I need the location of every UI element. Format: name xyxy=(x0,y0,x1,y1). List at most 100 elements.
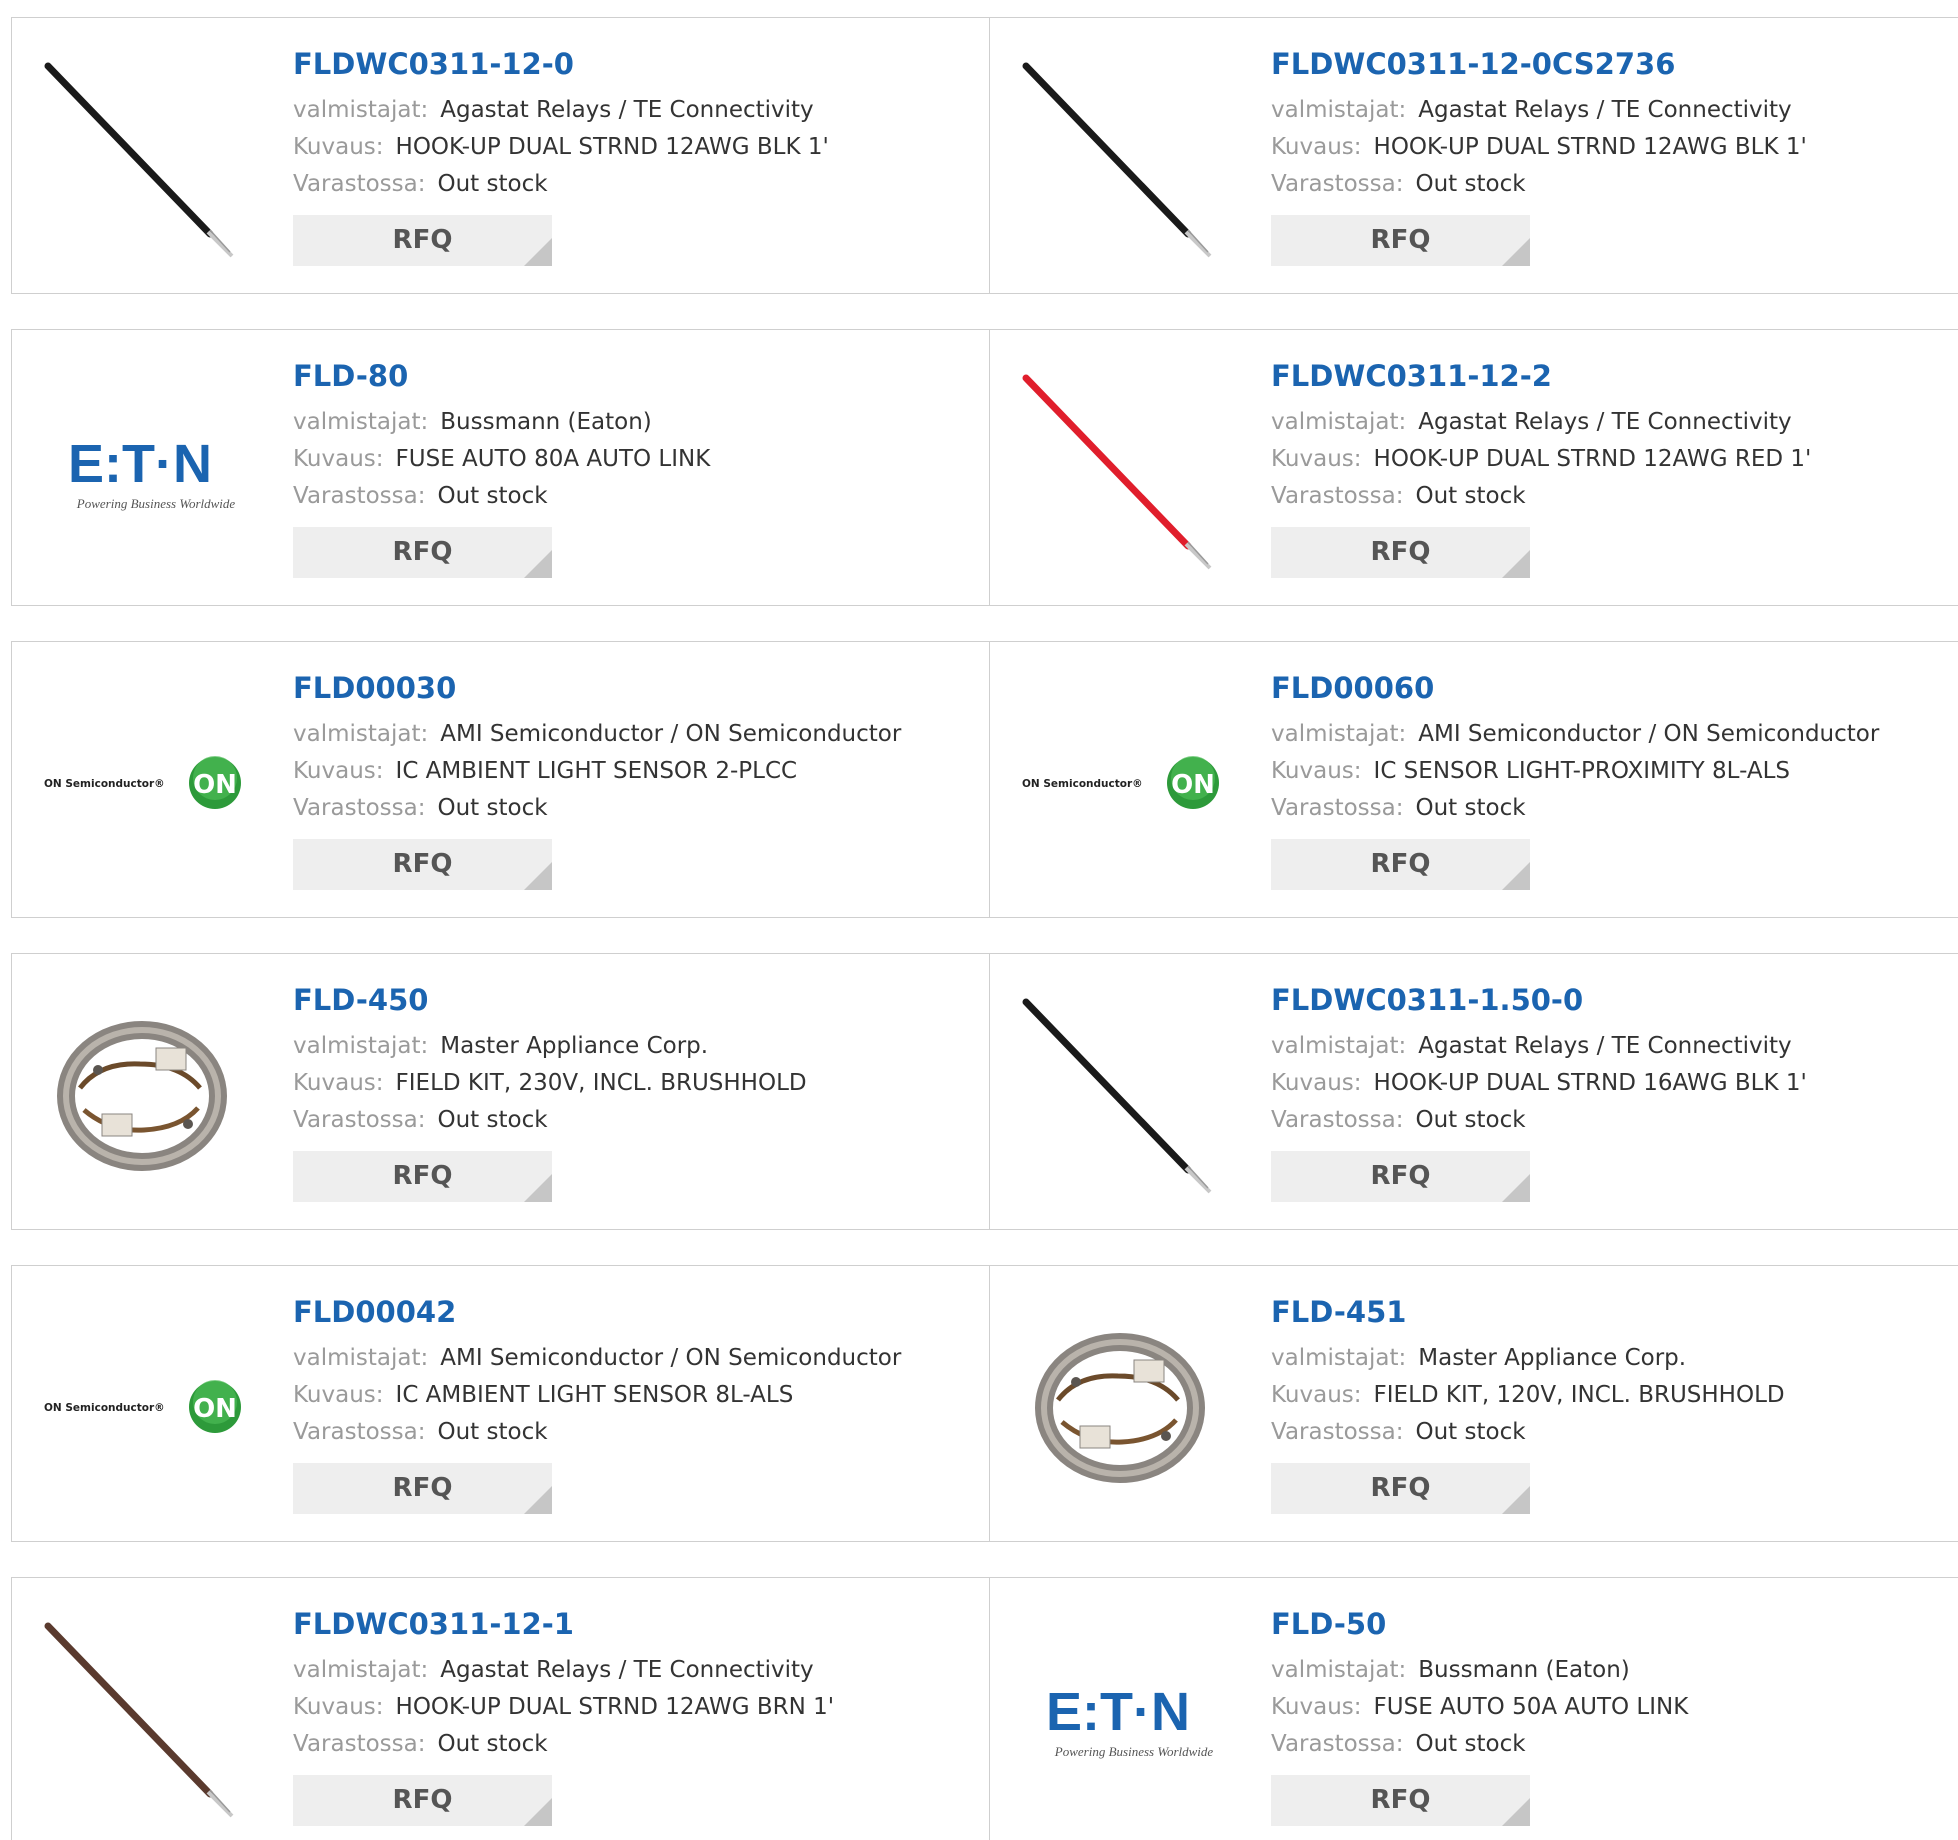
product-row: ON Semiconductor® ON FLD00030 valmistajat: A… xyxy=(11,641,1958,918)
rfq-label: RFQ xyxy=(1370,1161,1431,1191)
corner-triangle-icon xyxy=(524,1486,552,1514)
part-number-link[interactable]: FLDWC0311-12-1 xyxy=(293,1606,834,1642)
manufacturer-value: Master Appliance Corp. xyxy=(1418,1345,1687,1371)
rfq-button[interactable]: RFQ xyxy=(293,839,552,890)
black-wire-image[interactable] xyxy=(40,56,245,261)
rfq-button[interactable]: RFQ xyxy=(1271,1151,1530,1202)
rfq-label: RFQ xyxy=(392,1473,453,1503)
product-card: E:T·N Powering Business Worldwide FLD-50 va… xyxy=(990,1578,1958,1840)
on-logo-badge: ON xyxy=(193,1394,237,1424)
rfq-button[interactable]: RFQ xyxy=(293,1463,552,1514)
description-label: Kuvaus: xyxy=(1271,134,1362,160)
product-card: ON Semiconductor® ON FLD00030 valmistajat: A… xyxy=(12,642,990,917)
product-card: FLDWC0311-12-0 valmistajat: Agastat Relays… xyxy=(12,18,990,293)
description-value: IC AMBIENT LIGHT SENSOR 2-PLCC xyxy=(395,758,798,784)
part-number-link[interactable]: FLD00060 xyxy=(1271,670,1879,706)
description-label: Kuvaus: xyxy=(1271,758,1362,784)
on-semiconductor-logo[interactable]: ON Semiconductor® ON xyxy=(1018,680,1223,885)
rfq-button[interactable]: RFQ xyxy=(1271,215,1530,266)
part-number-link[interactable]: FLDWC0311-12-2 xyxy=(1271,358,1811,394)
description-label: Kuvaus: xyxy=(293,1070,384,1096)
stock-value: Out stock xyxy=(437,795,548,821)
stock-value: Out stock xyxy=(1415,795,1526,821)
manufacturer-value: AMI Semiconductor / ON Semiconductor xyxy=(440,1345,902,1371)
brown-wire-image[interactable] xyxy=(40,1616,245,1821)
manufacturer-row: valmistajat: Agastat Relays / TE Connecti… xyxy=(293,1652,834,1689)
stock-label: Varastossa: xyxy=(293,1107,426,1133)
part-number-link[interactable]: FLDWC0311-1.50-0 xyxy=(1271,982,1807,1018)
description-value: FIELD KIT, 120V, INCL. BRUSHHOLD xyxy=(1373,1382,1785,1408)
product-info: FLD-450 valmistajat: Master Appliance Corp… xyxy=(293,982,807,1202)
product-row: ON Semiconductor® ON FLD00042 valmistajat: A… xyxy=(11,1265,1958,1542)
on-semiconductor-logo-text: ON Semiconductor® xyxy=(44,778,165,790)
product-card: FLDWC0311-12-1 valmistajat: Agastat Relays… xyxy=(12,1578,990,1840)
eaton-logo[interactable]: E:T·N Powering Business Worldwide xyxy=(40,368,245,573)
field-kit-image[interactable] xyxy=(1018,1304,1223,1509)
on-semiconductor-logo[interactable]: ON Semiconductor® ON xyxy=(40,1304,245,1509)
rfq-button[interactable]: RFQ xyxy=(1271,527,1530,578)
corner-triangle-icon xyxy=(1502,550,1530,578)
eaton-logo-text: E:T·N xyxy=(68,434,212,494)
stock-row: Varastossa: Out stock xyxy=(1271,1414,1785,1451)
eaton-logo-tagline: Powering Business Worldwide xyxy=(1054,1744,1214,1759)
part-number-link[interactable]: FLDWC0311-12-0 xyxy=(293,46,829,82)
part-number-link[interactable]: FLD00030 xyxy=(293,670,901,706)
part-number-link[interactable]: FLD00042 xyxy=(293,1294,901,1330)
description-value: HOOK-UP DUAL STRND 16AWG BLK 1' xyxy=(1373,1070,1807,1096)
part-number-link[interactable]: FLD-451 xyxy=(1271,1294,1785,1330)
stock-value: Out stock xyxy=(437,1107,548,1133)
product-row: E:T·N Powering Business Worldwide FLD-80 va… xyxy=(11,329,1958,606)
stock-value: Out stock xyxy=(1415,483,1526,509)
stock-value: Out stock xyxy=(1415,171,1526,197)
corner-triangle-icon xyxy=(524,862,552,890)
field-kit-image[interactable] xyxy=(40,992,245,1197)
eaton-logo-text: E:T·N xyxy=(1046,1682,1190,1742)
stock-value: Out stock xyxy=(1415,1419,1526,1445)
description-row: Kuvaus: HOOK-UP DUAL STRND 16AWG BLK 1' xyxy=(1271,1065,1807,1102)
manufacturer-value: Bussmann (Eaton) xyxy=(1418,1657,1630,1683)
description-value: HOOK-UP DUAL STRND 12AWG RED 1' xyxy=(1373,446,1812,472)
on-logo-badge: ON xyxy=(1171,770,1215,800)
stock-row: Varastossa: Out stock xyxy=(1271,790,1879,827)
description-value: FUSE AUTO 80A AUTO LINK xyxy=(395,446,711,472)
manufacturer-label: valmistajat: xyxy=(293,1345,429,1371)
eaton-logo[interactable]: E:T·N Powering Business Worldwide xyxy=(1018,1616,1223,1821)
stock-row: Varastossa: Out stock xyxy=(293,1726,834,1763)
rfq-button[interactable]: RFQ xyxy=(1271,839,1530,890)
rfq-button[interactable]: RFQ xyxy=(293,1151,552,1202)
red-wire-image[interactable] xyxy=(1018,368,1223,573)
manufacturer-row: valmistajat: AMI Semiconductor / ON Semic… xyxy=(293,716,901,753)
manufacturer-row: valmistajat: Agastat Relays / TE Connecti… xyxy=(293,92,829,129)
black-wire-image[interactable] xyxy=(1018,56,1223,261)
manufacturer-row: valmistajat: Master Appliance Corp. xyxy=(293,1028,807,1065)
manufacturer-row: valmistajat: Agastat Relays / TE Connecti… xyxy=(1271,92,1807,129)
description-row: Kuvaus: FUSE AUTO 50A AUTO LINK xyxy=(1271,1689,1688,1726)
manufacturer-row: valmistajat: AMI Semiconductor / ON Semic… xyxy=(293,1340,901,1377)
rfq-button[interactable]: RFQ xyxy=(1271,1463,1530,1514)
rfq-button[interactable]: RFQ xyxy=(1271,1775,1530,1826)
part-number-link[interactable]: FLD-50 xyxy=(1271,1606,1688,1642)
rfq-label: RFQ xyxy=(1370,537,1431,567)
manufacturer-label: valmistajat: xyxy=(293,97,429,123)
manufacturer-row: valmistajat: Bussmann (Eaton) xyxy=(293,404,710,441)
stock-value: Out stock xyxy=(437,1731,548,1757)
description-row: Kuvaus: HOOK-UP DUAL STRND 12AWG RED 1' xyxy=(1271,441,1811,478)
stock-row: Varastossa: Out stock xyxy=(293,166,829,203)
part-number-link[interactable]: FLD-80 xyxy=(293,358,710,394)
rfq-button[interactable]: RFQ xyxy=(293,215,552,266)
manufacturer-value: AMI Semiconductor / ON Semiconductor xyxy=(1418,721,1880,747)
description-label: Kuvaus: xyxy=(1271,1694,1362,1720)
stock-label: Varastossa: xyxy=(1271,795,1404,821)
corner-triangle-icon xyxy=(1502,862,1530,890)
part-number-link[interactable]: FLDWC0311-12-0CS2736 xyxy=(1271,46,1807,82)
rfq-label: RFQ xyxy=(392,225,453,255)
description-row: Kuvaus: FIELD KIT, 230V, INCL. BRUSHHOLD xyxy=(293,1065,807,1102)
stock-row: Varastossa: Out stock xyxy=(293,1102,807,1139)
black-wire-image[interactable] xyxy=(1018,992,1223,1197)
rfq-button[interactable]: RFQ xyxy=(293,527,552,578)
on-semiconductor-logo[interactable]: ON Semiconductor® ON xyxy=(40,680,245,885)
rfq-button[interactable]: RFQ xyxy=(293,1775,552,1826)
part-number-link[interactable]: FLD-450 xyxy=(293,982,807,1018)
product-info: FLD00042 valmistajat: AMI Semiconductor / … xyxy=(293,1294,901,1514)
description-value: HOOK-UP DUAL STRND 12AWG BRN 1' xyxy=(395,1694,835,1720)
